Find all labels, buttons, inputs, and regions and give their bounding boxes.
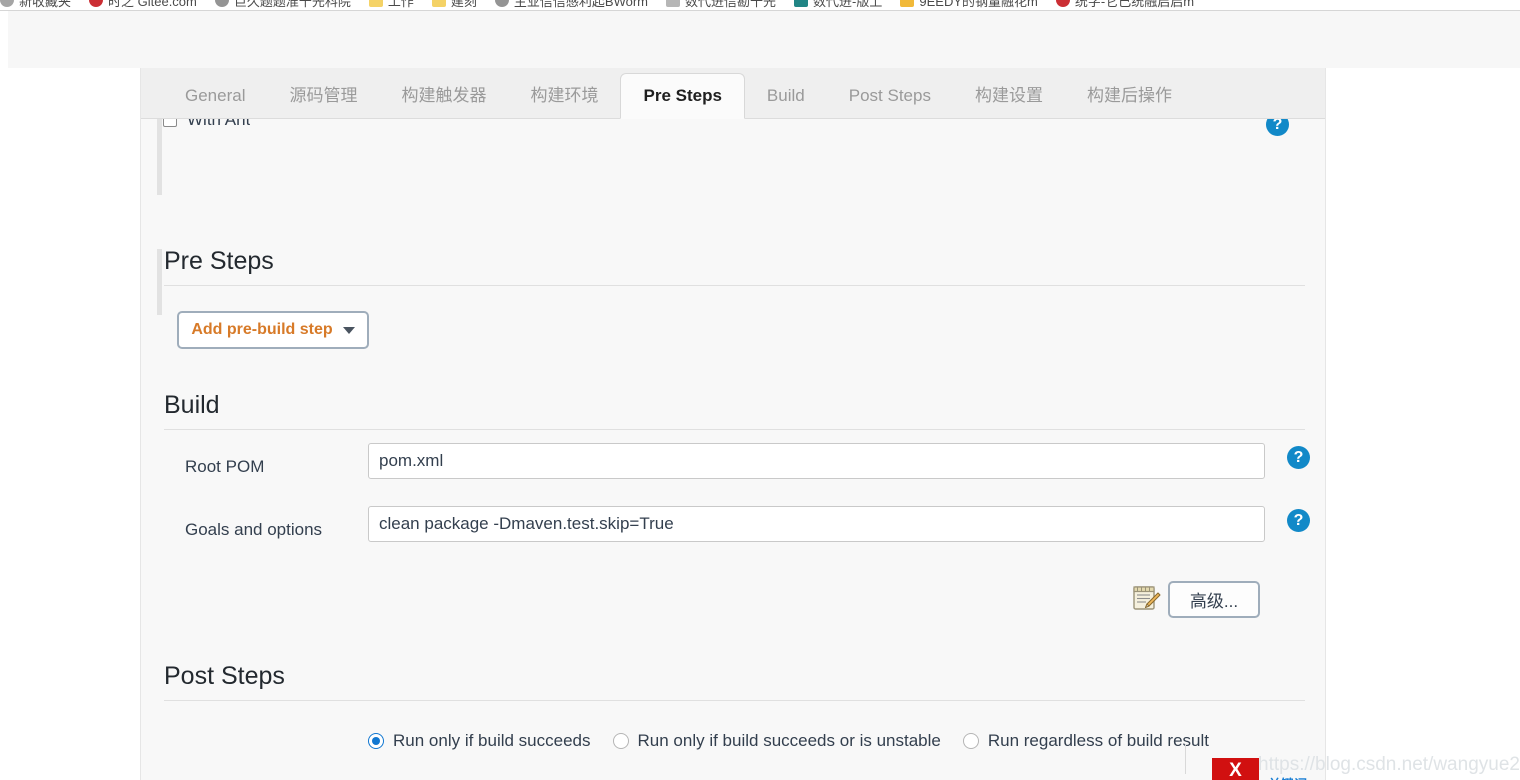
root-pom-label: Root POM [185,457,265,476]
generic-icon [0,0,14,7]
post-steps-option[interactable]: Run only if build succeeds [368,731,591,751]
bar-icon [900,0,915,7]
page-canvas: General 源码管理 构建触发器 构建环境 Pre Steps Build Post S… [0,68,1520,780]
add-pre-build-step-button[interactable]: Add pre-build step [177,311,369,349]
root-pom-input[interactable] [368,443,1265,479]
tab-pre-steps[interactable]: Pre Steps [620,73,745,119]
radio-label-text: Run regardless of build result [987,731,1209,750]
post-steps-heading: Post Steps [164,662,1305,701]
tab-post-steps[interactable]: Post Steps [827,73,953,118]
doc-icon [666,0,681,7]
chevron-down-icon [342,326,355,334]
job-config-card: General 源码管理 构建触发器 构建环境 Pre Steps Build Post S… [140,68,1326,780]
post-steps-radio-group: Run only if build succeeds Run only if bu… [368,731,1209,751]
tab-构建后操作[interactable]: 构建后操作 [1065,73,1194,118]
bookmark-label: 数代进信勘十先 [685,0,777,9]
bookmark-label: 新收藏夹 [19,0,72,9]
section-gutter-prebuild [157,249,162,315]
tab-label: Pre Steps [643,86,722,105]
gitee-icon [1055,0,1070,7]
gitee-icon [89,0,104,7]
footer-divider [1185,744,1186,774]
folder-icon [368,0,383,7]
help-icon-goals-and-options[interactable]: ? [1287,509,1310,532]
globe-icon [494,0,509,7]
radio-label-text: Run only if build succeeds or is unstabl… [637,731,941,750]
tab-label: 构建环境 [530,86,599,105]
radio-label-text: Run only if build succeeds [393,731,591,750]
bookmark-label: 数代进-版上 [813,0,883,9]
bookmark-label: 主业信信感利起BWorm [513,0,649,9]
page-top-strip [0,11,1520,69]
post-steps-option[interactable]: Run regardless of build result [962,731,1209,751]
goals-and-options-input[interactable] [368,506,1265,542]
bookmark-label: 统字-它已统融启启m [1074,0,1195,9]
csdn-watermark: https://blog.csdn.net/wangyue23com [1258,754,1520,775]
post-steps-option[interactable]: Run only if build succeeds or is unstabl… [612,731,941,751]
build-heading: Build [164,391,1305,430]
tab-label: 构建设置 [974,86,1043,105]
tab-label: General [185,86,246,105]
advanced-button[interactable]: 高级... [1168,581,1260,618]
section-gutter-top [157,119,162,195]
page-left-margin [0,11,8,68]
bookmark-label: 9EEDY的钢量融花m [919,0,1038,9]
radio-button[interactable] [962,733,979,749]
pre-steps-heading: Pre Steps [164,247,1305,286]
bookmark-label: 巨久题题准千先科院 [233,0,351,9]
tab-label: Build [766,86,805,105]
folder-icon [431,0,446,7]
tab-构建环境[interactable]: 构建环境 [508,73,620,118]
tab-源码管理[interactable]: 源码管理 [267,73,379,118]
tab-构建设置[interactable]: 构建设置 [953,73,1065,118]
help-icon-with-ant[interactable]: ? [1266,119,1289,136]
tab-build[interactable]: Build [745,73,827,118]
tab-label: 构建触发器 [401,86,487,105]
screen-root: 新收藏夹 时之 Gitee.com 巨久题题准千先科院 工作 建刻 主业信信感利起BWor… [0,0,1520,780]
with-ant-label: With Ant [187,119,251,129]
radio-button[interactable] [612,733,629,749]
config-tabbar: General 源码管理 构建触发器 构建环境 Pre Steps Build Post S… [141,68,1325,119]
globe-icon [214,0,229,7]
bookmark-label: 工作 [387,0,414,9]
bookmark-label: 建刻 [450,0,477,9]
notepad-pencil-icon[interactable] [1131,584,1161,612]
radio-button[interactable] [368,733,384,749]
bookmark-label: 时之 Gitee.com [108,0,197,9]
with-ant-row[interactable]: With Ant [163,119,250,133]
tab-label: Post Steps [848,86,931,105]
close-button[interactable]: X [1212,758,1259,780]
with-ant-checkbox[interactable] [163,119,177,127]
app-icon [794,0,809,7]
add-pre-build-step-label: Add pre-build step [191,321,333,338]
tab-构建触发器[interactable]: 构建触发器 [379,73,508,118]
tab-label: 构建后操作 [1086,86,1172,105]
tab-label: 源码管理 [289,86,358,105]
config-form-body: With Ant ? Pre Steps Add pre-build step … [141,119,1325,780]
help-icon-root-pom[interactable]: ? [1287,446,1310,469]
tab-general[interactable]: General [163,73,267,118]
